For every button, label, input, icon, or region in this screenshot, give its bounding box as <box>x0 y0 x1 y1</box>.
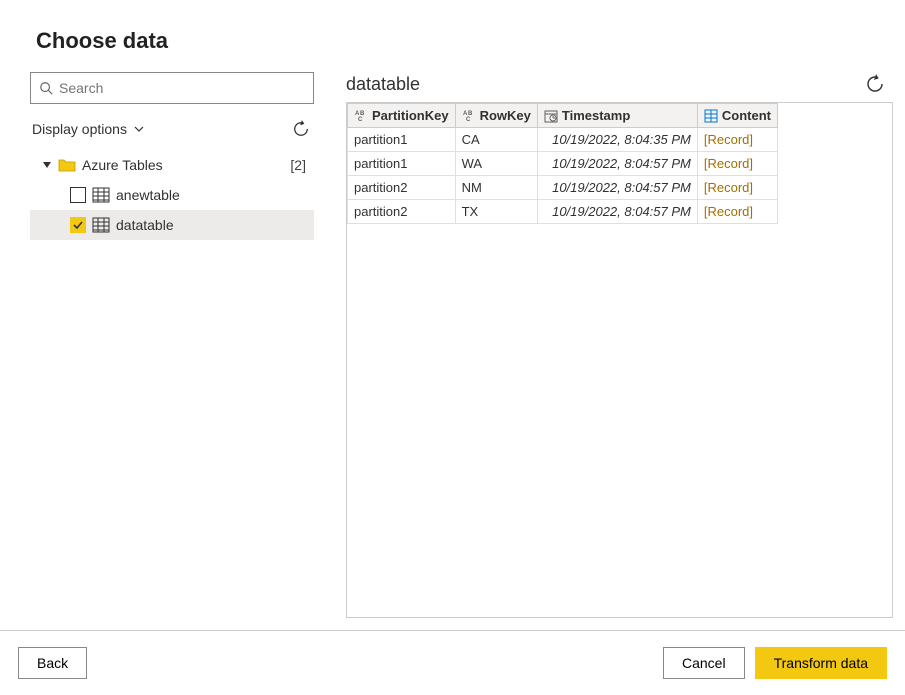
table-row[interactable]: partition1 WA 10/19/2022, 8:04:57 PM [Re… <box>348 152 778 176</box>
search-box[interactable] <box>30 72 314 104</box>
record-link[interactable]: [Record] <box>704 204 753 219</box>
text-type-icon: ABC <box>354 109 368 123</box>
svg-text:C: C <box>466 117 471 123</box>
refresh-tree-button[interactable] <box>290 118 312 140</box>
datetime-type-icon <box>544 109 558 123</box>
cell: 10/19/2022, 8:04:35 PM <box>537 128 697 152</box>
chevron-down-icon <box>133 123 145 135</box>
cell: partition1 <box>348 128 456 152</box>
cancel-button[interactable]: Cancel <box>663 647 745 679</box>
display-options-button[interactable]: Display options <box>32 121 145 137</box>
tree-item-label: datatable <box>116 217 174 233</box>
column-label: Timestamp <box>562 108 630 123</box>
table-icon <box>92 217 110 233</box>
column-header-content[interactable]: Content <box>697 104 777 128</box>
cell: partition2 <box>348 176 456 200</box>
column-label: PartitionKey <box>372 108 449 123</box>
cell: 10/19/2022, 8:04:57 PM <box>537 152 697 176</box>
cell: WA <box>455 152 537 176</box>
svg-text:C: C <box>358 117 363 123</box>
table-row[interactable]: partition2 NM 10/19/2022, 8:04:57 PM [Re… <box>348 176 778 200</box>
cell: partition1 <box>348 152 456 176</box>
transform-data-button[interactable]: Transform data <box>755 647 887 679</box>
cell: TX <box>455 200 537 224</box>
tree-folder[interactable]: Azure Tables [2] <box>30 150 314 180</box>
checkbox[interactable] <box>70 187 86 203</box>
cell: CA <box>455 128 537 152</box>
record-link[interactable]: [Record] <box>704 156 753 171</box>
checkbox-checked[interactable] <box>70 217 86 233</box>
preview-table: ABC PartitionKey ABC RowKey <box>347 103 778 224</box>
folder-icon <box>58 157 76 173</box>
tree-item-anewtable[interactable]: anewtable <box>30 180 314 210</box>
cell: NM <box>455 176 537 200</box>
column-header-rowkey[interactable]: ABC RowKey <box>455 104 537 128</box>
column-header-timestamp[interactable]: Timestamp <box>537 104 697 128</box>
tree-folder-count: [2] <box>290 157 306 173</box>
tree-item-label: anewtable <box>116 187 180 203</box>
search-icon <box>39 81 53 95</box>
cell: partition2 <box>348 200 456 224</box>
display-options-label: Display options <box>32 121 127 137</box>
search-input[interactable] <box>59 80 305 96</box>
tree-folder-label: Azure Tables <box>82 157 163 173</box>
tree-item-datatable[interactable]: datatable <box>30 210 314 240</box>
cell: 10/19/2022, 8:04:57 PM <box>537 200 697 224</box>
cell: 10/19/2022, 8:04:57 PM <box>537 176 697 200</box>
caret-down-icon <box>42 160 52 170</box>
table-icon <box>92 187 110 203</box>
footer: Back Cancel Transform data <box>0 630 905 695</box>
column-label: RowKey <box>480 108 531 123</box>
record-type-icon <box>704 109 718 123</box>
record-link[interactable]: [Record] <box>704 132 753 147</box>
table-row[interactable]: partition1 CA 10/19/2022, 8:04:35 PM [Re… <box>348 128 778 152</box>
back-button[interactable]: Back <box>18 647 87 679</box>
preview-pane: datatable ABC PartitionKey <box>346 72 893 618</box>
navigator-pane: Display options Azure Tables [2] <box>30 72 314 618</box>
column-label: Content <box>722 108 771 123</box>
column-header-partitionkey[interactable]: ABC PartitionKey <box>348 104 456 128</box>
refresh-preview-button[interactable] <box>863 72 887 96</box>
preview-title: datatable <box>346 74 420 95</box>
record-link[interactable]: [Record] <box>704 180 753 195</box>
page-title: Choose data <box>36 28 869 54</box>
text-type-icon: ABC <box>462 109 476 123</box>
table-row[interactable]: partition2 TX 10/19/2022, 8:04:57 PM [Re… <box>348 200 778 224</box>
